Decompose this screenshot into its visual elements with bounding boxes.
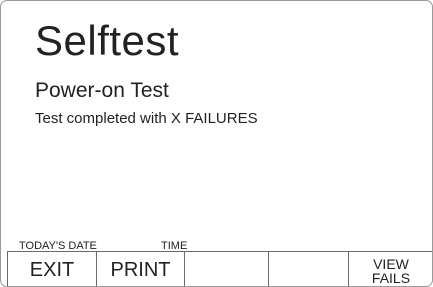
page-title: Selftest <box>35 17 180 64</box>
exit-softkey[interactable]: EXIT <box>7 252 97 286</box>
instrument-display: Selftest Power-on Test Test completed wi… <box>0 0 433 287</box>
blank-softkey-4[interactable] <box>269 252 349 286</box>
test-name: Power-on Test <box>35 79 169 102</box>
exit-softkey-label: EXIT <box>29 258 75 281</box>
print-softkey-label: PRINT <box>110 258 171 281</box>
softkey-bar: EXIT PRINT VIEW FAILS <box>7 251 432 286</box>
test-result-message: Test completed with X FAILURES <box>35 110 258 127</box>
view-fails-softkey[interactable]: VIEW FAILS <box>349 252 432 286</box>
print-softkey[interactable]: PRINT <box>97 252 185 286</box>
view-fails-label-line2: FAILS <box>371 270 411 286</box>
blank-softkey-3[interactable] <box>185 252 269 286</box>
view-fails-label: VIEW FAILS <box>372 255 410 285</box>
view-fails-label-line1: VIEW <box>373 256 409 272</box>
